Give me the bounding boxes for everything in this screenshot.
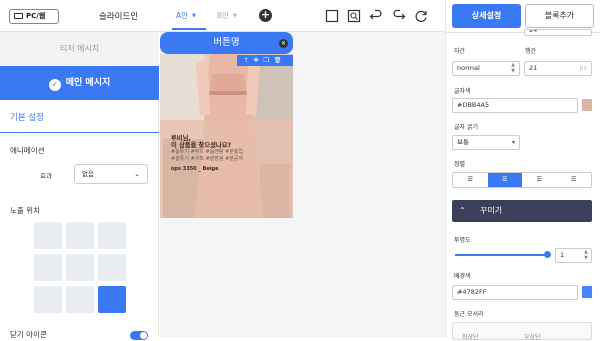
effect-select[interactable]: 없음 ⌄ <box>74 164 148 184</box>
line-height-input[interactable]: 21 px <box>524 61 592 76</box>
font-color-label: 글자색 <box>454 88 471 95</box>
align-right-button[interactable]: ☰ <box>522 173 557 187</box>
letter-spacing-value: normal <box>457 64 480 72</box>
refresh-icon[interactable] <box>414 9 428 23</box>
opacity-slider-fill <box>455 254 549 256</box>
position-cell[interactable] <box>34 254 62 281</box>
close-icon-label: 닫기 아이콘 <box>10 330 47 339</box>
position-cell[interactable] <box>98 222 126 249</box>
slide-in-label: 슬라이드인 <box>99 12 139 22</box>
caption-title-line2: 이 상품을 찾으셨나요? <box>171 142 232 149</box>
top-size-value: 24 <box>529 29 538 34</box>
text-align-group: ☰ ☰ ☰ ☰ <box>452 172 592 188</box>
border-radius-label: 둥근 모서리 <box>454 311 484 318</box>
caption-tags-line1: #봄튜기 #무드 #옵엔탐 #분홍립 <box>171 149 244 155</box>
line-height-label: 행간 <box>525 48 537 55</box>
align-label: 정렬 <box>454 161 466 168</box>
tab-basic-settings[interactable]: 기본 설정 <box>10 111 44 123</box>
chevron-up-icon: ⌃ <box>459 206 466 215</box>
align-justify-button[interactable]: ☰ <box>557 173 592 187</box>
effect-select-value: 없음 <box>82 170 94 178</box>
stepper-icon: ▲ ▼ <box>584 249 588 261</box>
caret-down-icon: ▼ <box>192 13 196 19</box>
cta-button-preview[interactable]: 버튼명 <box>160 32 293 54</box>
position-cell[interactable] <box>66 286 94 313</box>
caret-down-icon: ▼ <box>233 13 237 19</box>
opacity-input[interactable]: 1 ▲ ▼ <box>555 248 592 263</box>
position-cell[interactable] <box>66 222 94 249</box>
arrow-up-icon[interactable]: ↑ <box>243 57 253 64</box>
tab-add-block[interactable]: 블록추가 <box>525 4 594 28</box>
animation-heading: 애니메이션 <box>10 146 45 155</box>
main-message-label: 메인 메시지 <box>65 78 111 88</box>
square-select-icon[interactable] <box>325 9 339 23</box>
opacity-value: 1 <box>560 251 565 259</box>
tab-teaser-message[interactable]: 티저 메시지 <box>0 32 159 66</box>
caption-product-code: ops 3350 _ Beige <box>171 166 219 172</box>
basic-settings-underline <box>0 132 159 133</box>
position-cell[interactable] <box>98 254 126 281</box>
close-icon-toggle[interactable] <box>130 331 148 340</box>
tab-a-underline <box>172 28 206 30</box>
exposure-position-heading: 노출 위치 <box>10 206 40 215</box>
left-settings-panel: 티저 메시지 ✓ 메인 메시지 기본 설정 애니메이션 효과 없음 ⌄ 노출 위치 … <box>0 32 159 340</box>
top-size-input[interactable]: 24px <box>524 29 592 36</box>
line-height-value: 21 <box>529 64 538 72</box>
position-cell[interactable] <box>34 286 62 313</box>
add-variant-button[interactable]: + <box>259 9 272 22</box>
position-grid <box>34 222 129 314</box>
align-center-button[interactable]: ☰ <box>487 173 522 187</box>
font-weight-label: 글자 굵기 <box>454 124 478 131</box>
font-color-swatch[interactable] <box>582 99 592 111</box>
device-label: PC/웹 <box>26 12 46 20</box>
line-height-unit: px <box>579 65 587 72</box>
tab-detail-settings[interactable]: 상세설정 <box>452 4 521 28</box>
caption-tags-line2: #봄튜기 #구트 #분망탐 #분공작 <box>171 156 244 162</box>
opacity-label: 투명도 <box>454 237 471 244</box>
position-cell[interactable] <box>66 254 94 281</box>
redo-icon[interactable] <box>392 9 406 23</box>
letter-spacing-label: 자간 <box>454 48 466 55</box>
zoom-preview-icon[interactable] <box>347 9 361 23</box>
device-toggle-button[interactable]: PC/웹 <box>9 9 59 24</box>
copy-icon[interactable]: ❐ <box>264 57 274 64</box>
trash-icon[interactable]: 🗑 <box>274 57 287 64</box>
font-color-input[interactable]: #DBB4A5 <box>452 98 578 113</box>
tab-b-label: B안 <box>217 11 230 20</box>
product-caption: 루비님, 이 상품을 찾으셨나요? #봄튜기 #무드 #옵엔탐 #분홍립 #봄튜… <box>171 135 243 173</box>
caret-down-icon: ▾ <box>511 139 515 146</box>
close-icon[interactable]: ✕ <box>279 39 288 48</box>
tab-main-message[interactable]: ✓ 메인 메시지 <box>0 66 159 100</box>
bg-color-label: 배경색 <box>454 273 471 280</box>
position-cell[interactable] <box>98 286 126 313</box>
bg-color-input[interactable]: #4782FF <box>452 285 578 300</box>
tab-variant-a[interactable]: A안 ▼ <box>176 10 196 21</box>
effect-label: 효과 <box>40 172 52 180</box>
tab-a-label: A안 <box>176 11 189 20</box>
align-left-button[interactable]: ☰ <box>453 173 488 187</box>
font-weight-value: 보통 <box>457 138 469 146</box>
decorate-label: 꾸미기 <box>480 206 503 215</box>
undo-icon[interactable] <box>369 9 383 23</box>
letter-spacing-select[interactable]: normal ▲ ▼ <box>452 61 520 76</box>
tab-variant-b[interactable]: B안 ▼ <box>217 10 237 21</box>
chevron-down-icon: ⌄ <box>134 170 140 178</box>
bg-color-swatch[interactable] <box>582 286 592 298</box>
position-cell[interactable] <box>34 222 62 249</box>
caption-title-line1: 루비님, <box>171 135 191 142</box>
element-toolbar: ↑✥❐🗑 <box>237 55 293 66</box>
move-icon[interactable]: ✥ <box>253 57 263 64</box>
monitor-icon <box>14 13 23 19</box>
decorate-section-header[interactable]: ⌃ 꾸미기 <box>452 200 592 222</box>
check-circle-icon: ✓ <box>48 79 61 91</box>
font-weight-select[interactable]: 보통 ▾ <box>452 135 520 150</box>
stepper-icon: ▲ ▼ <box>511 62 515 74</box>
